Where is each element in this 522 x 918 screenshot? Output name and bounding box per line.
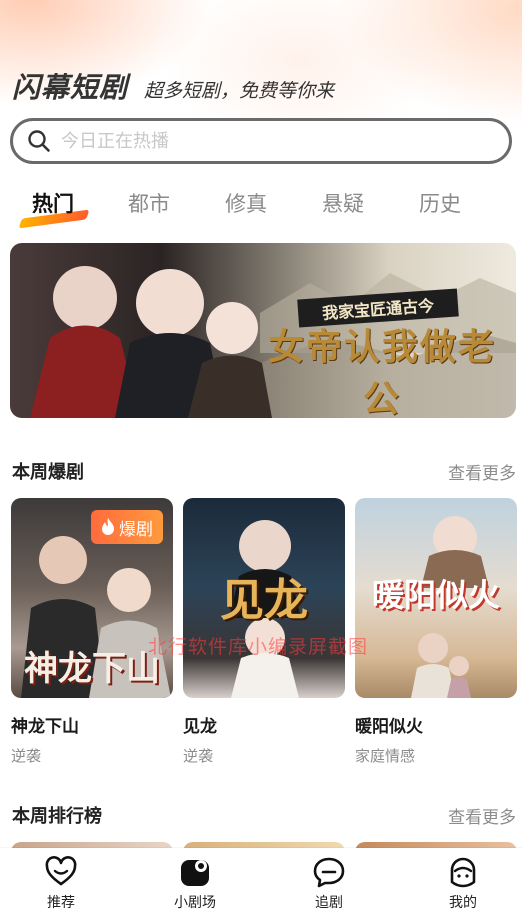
nav-label: 推荐 — [47, 895, 75, 911]
tab-history[interactable]: 历史 — [419, 188, 461, 218]
hot-badge: 爆剧 — [91, 510, 163, 544]
heart-face-icon — [45, 856, 77, 886]
tab-urban[interactable]: 都市 — [128, 188, 170, 218]
category-tabs: 热门 都市 修真 悬疑 历史 — [0, 188, 522, 229]
drama-poster: 暖阳似火 — [355, 498, 517, 698]
nav-theater[interactable]: 小剧场 — [155, 856, 235, 912]
flame-icon — [102, 518, 114, 535]
drama-poster: 见龙 — [183, 498, 345, 698]
tab-cultivation[interactable]: 修真 — [225, 188, 267, 218]
weekly-hits-header: 本周爆剧 查看更多 — [12, 458, 516, 484]
app-header: 闪幕短剧 超多短剧，免费等你来 — [12, 66, 334, 106]
drama-title: 暖阳似火 — [355, 717, 423, 737]
nav-label: 追剧 — [315, 895, 343, 911]
section-title: 本周排行榜 — [12, 806, 102, 827]
chat-bubble-icon — [313, 857, 345, 888]
nav-label: 我的 — [449, 895, 477, 911]
profile-icon — [450, 857, 476, 888]
app-slogan: 超多短剧，免费等你来 — [144, 80, 335, 102]
nav-recommend[interactable]: 推荐 — [21, 856, 101, 912]
drama-genre: 家庭情感 — [355, 747, 416, 765]
app-title: 闪幕短剧 — [12, 71, 129, 104]
tab-mystery[interactable]: 悬疑 — [322, 188, 364, 218]
poster-title: 见龙 — [220, 575, 308, 626]
more-link[interactable]: 查看更多 — [448, 803, 516, 828]
drama-title: 见龙 — [183, 717, 217, 737]
drama-genre: 逆袭 — [183, 747, 214, 765]
nav-profile[interactable]: 我的 — [423, 856, 503, 912]
search-icon — [28, 130, 50, 152]
banner-title: 女帝认我做老公 — [267, 326, 496, 420]
badge-label: 爆剧 — [119, 519, 153, 540]
bottom-nav: 推荐 小剧场 追剧 我的 — [0, 848, 522, 918]
poster-title: 暖阳似火 — [371, 576, 500, 614]
watermark-text: 北行软件库小编录屏截图 — [148, 636, 369, 658]
tab-hot[interactable]: 热门 — [32, 188, 74, 218]
search-input[interactable] — [59, 129, 483, 153]
nav-follow[interactable]: 追剧 — [289, 856, 369, 912]
drama-genre: 逆袭 — [11, 747, 42, 765]
drama-card[interactable]: 暖阳似火 暖阳似火 家庭情感 — [355, 498, 517, 766]
nav-label: 小剧场 — [174, 895, 216, 911]
theater-icon — [181, 860, 209, 886]
drama-poster: 爆剧 神龙下山 — [11, 498, 173, 698]
section-title: 本周爆剧 — [12, 462, 84, 483]
search-bar[interactable] — [10, 118, 512, 164]
weekly-rank-header: 本周排行榜 查看更多 — [12, 802, 516, 828]
drama-title: 神龙下山 — [11, 717, 79, 737]
more-link[interactable]: 查看更多 — [448, 459, 516, 484]
